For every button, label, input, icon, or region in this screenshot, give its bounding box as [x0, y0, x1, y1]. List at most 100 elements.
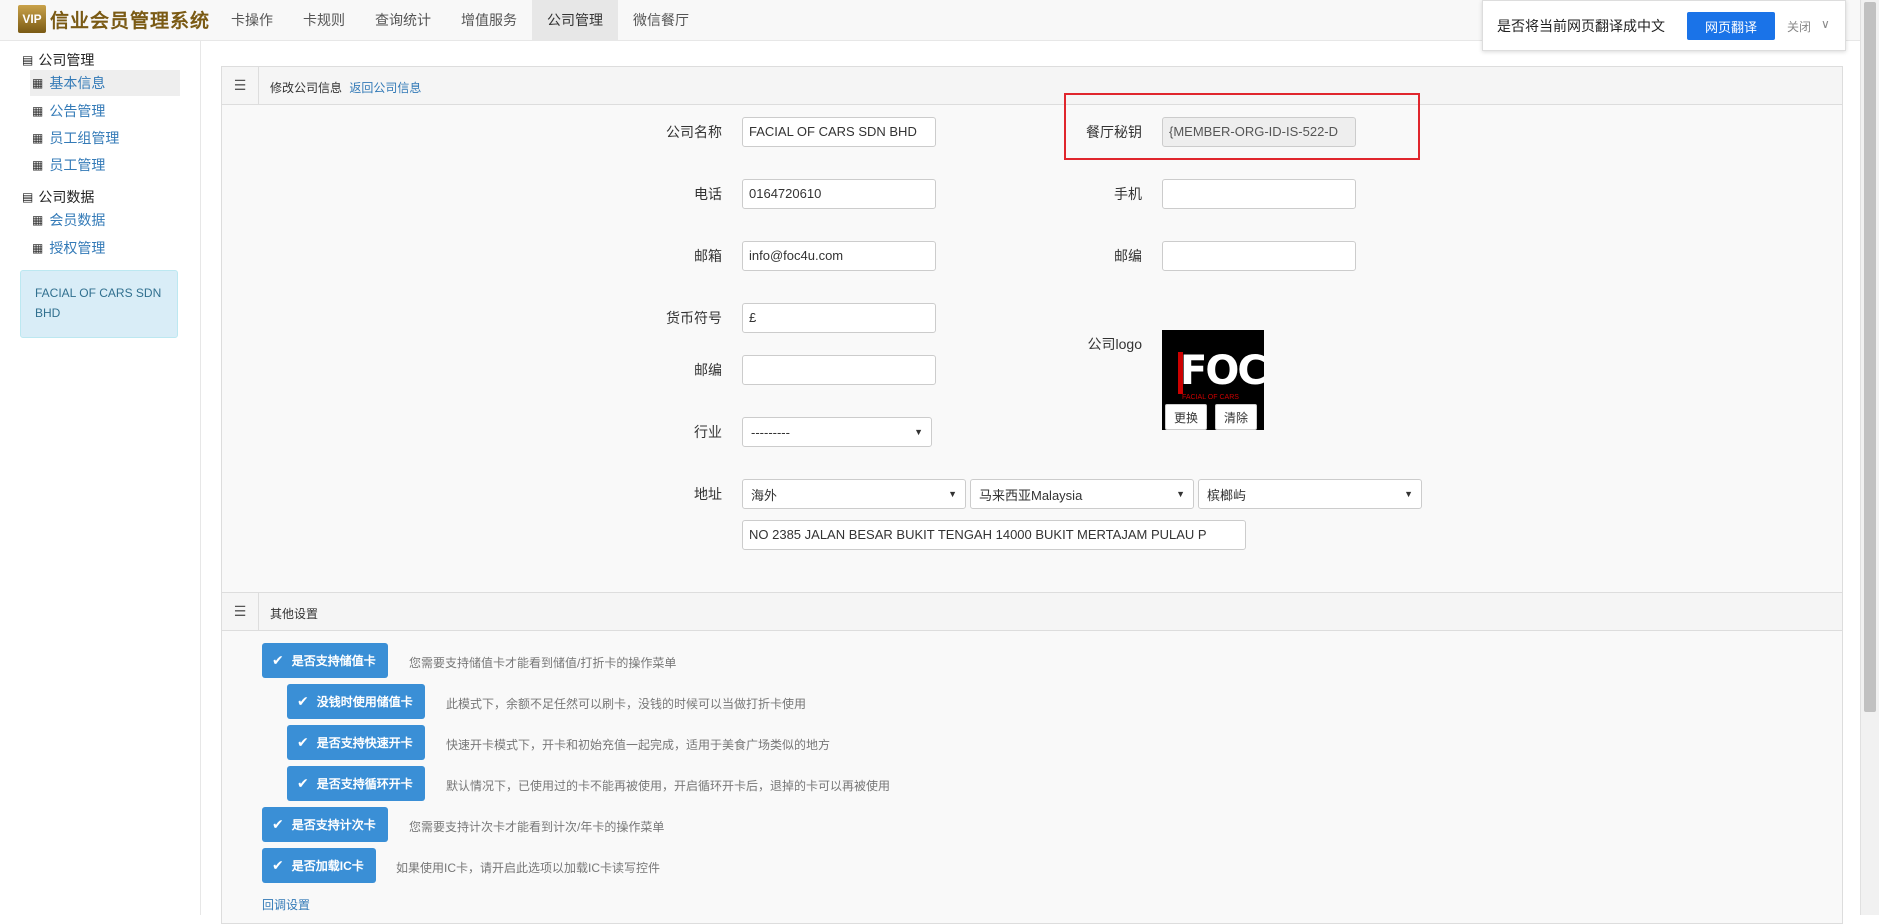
- toggle-description: 如果使用IC卡，请开启此选项以加载IC卡读写控件: [396, 861, 661, 875]
- grid-icon: ▦: [32, 104, 44, 118]
- sidebar-item-label: 员工组管理: [49, 130, 120, 146]
- street-address-input[interactable]: NO 2385 JALAN BESAR BUKIT TENGAH 14000 B…: [742, 520, 1246, 550]
- list-icon: ☰: [222, 593, 259, 630]
- list-icon: ▤: [22, 53, 34, 67]
- scrollbar-thumb[interactable]: [1864, 2, 1876, 712]
- nav-value-added[interactable]: 增值服务: [446, 0, 532, 40]
- toggle-description: 默认情况下，已使用过的卡不能再被使用，开启循环开卡后，退掉的卡可以再被使用: [446, 779, 891, 793]
- mobile-input[interactable]: [1162, 179, 1356, 209]
- mobile-label: 手机: [1114, 186, 1142, 202]
- company-name-badge: FACIAL OF CARS SDN BHD: [20, 270, 178, 338]
- grid-icon: ▦: [32, 158, 44, 172]
- callback-settings-link[interactable]: 回调设置: [262, 896, 310, 913]
- nav-company-management[interactable]: 公司管理: [532, 0, 618, 40]
- nav-card-rules[interactable]: 卡规则: [288, 0, 360, 40]
- main-nav: 卡操作 卡规则 查询统计 增值服务 公司管理 微信餐厅: [216, 0, 704, 40]
- industry-select[interactable]: --------- ▼: [742, 417, 932, 447]
- caret-down-icon: ▼: [948, 489, 957, 499]
- translate-popup: 是否将当前网页翻译成中文 网页翻译 关闭 ∨: [1482, 0, 1846, 51]
- phone-input[interactable]: 0164720610: [742, 179, 936, 209]
- postcode-right-input[interactable]: [1162, 241, 1356, 271]
- chevron-down-icon[interactable]: ∨: [1821, 17, 1830, 31]
- toggle-use-stored-when-empty[interactable]: ✔ 没钱时使用储值卡: [287, 684, 425, 719]
- sidebar-item-staff-groups[interactable]: ▦ 员工组管理: [30, 125, 180, 151]
- grid-icon: ▦: [32, 241, 44, 255]
- vip-logo-icon: VIP: [18, 5, 46, 33]
- back-to-company-link[interactable]: 返回公司信息: [349, 81, 421, 95]
- sidebar-item-member-data[interactable]: ▦ 会员数据: [30, 207, 180, 233]
- industry-select-value: ---------: [751, 424, 790, 440]
- logo-text: FOC: [1180, 348, 1264, 394]
- grid-icon: ▦: [32, 131, 44, 145]
- sidebar-item-staff[interactable]: ▦ 员工管理: [30, 152, 180, 178]
- sidebar-item-basic-info[interactable]: ▦ 基本信息: [30, 70, 180, 96]
- region-select[interactable]: 海外 ▼: [742, 479, 966, 509]
- sidebar: ▤ 公司管理 ▦ 基本信息 ▦ 公告管理 ▦ 员工组管理 ▦ 员工管理 ▤ 公司…: [0, 41, 201, 915]
- address-label: 地址: [694, 486, 722, 502]
- postcode-input[interactable]: [742, 355, 936, 385]
- toggle-label: 是否支持循环开卡: [316, 777, 413, 791]
- list-icon: ☰: [222, 67, 259, 104]
- nav-query-stats[interactable]: 查询统计: [360, 0, 446, 40]
- translate-page-button[interactable]: 网页翻译: [1687, 12, 1775, 40]
- company-logo-label: 公司logo: [1087, 336, 1142, 352]
- currency-input[interactable]: £: [742, 303, 936, 333]
- email-input[interactable]: info@foc4u.com: [742, 241, 936, 271]
- toggle-label: 是否支持计次卡: [291, 818, 376, 832]
- check-icon: ✔: [297, 693, 309, 709]
- caret-down-icon: ▼: [1404, 489, 1413, 499]
- toggle-recycle-card[interactable]: ✔ 是否支持循环开卡: [287, 766, 425, 801]
- toggle-quick-open-card[interactable]: ✔ 是否支持快速开卡: [287, 725, 425, 760]
- phone-label: 电话: [694, 186, 722, 202]
- sidebar-group-company-management: ▤ 公司管理: [22, 50, 94, 70]
- panel-title: 修改公司信息 返回公司信息: [270, 79, 421, 96]
- company-name-label: 公司名称: [666, 124, 722, 140]
- panel-header: ☰ 其他设置: [222, 593, 1842, 631]
- toggle-stored-value-card[interactable]: ✔ 是否支持储值卡: [262, 643, 388, 678]
- panel-header: ☰ 修改公司信息 返回公司信息: [222, 67, 1842, 105]
- highlight-box: [1064, 93, 1420, 160]
- sidebar-item-label: 员工管理: [49, 157, 106, 173]
- check-icon: ✔: [272, 816, 284, 832]
- toggle-count-card[interactable]: ✔ 是否支持计次卡: [262, 807, 388, 842]
- caret-down-icon: ▼: [1176, 489, 1185, 499]
- state-select-value: 槟榔屿: [1207, 487, 1247, 503]
- sidebar-item-label: 会员数据: [49, 212, 106, 228]
- sidebar-item-announcements[interactable]: ▦ 公告管理: [30, 98, 180, 124]
- toggle-label: 是否支持储值卡: [291, 654, 376, 668]
- sidebar-group-company-data: ▤ 公司数据: [22, 187, 94, 207]
- toggle-label: 没钱时使用储值卡: [316, 695, 413, 709]
- email-label: 邮箱: [694, 248, 722, 264]
- toggle-description: 此模式下，余额不足任然可以刷卡，没钱的时候可以当做打折卡使用: [446, 697, 807, 711]
- company-name-input[interactable]: FACIAL OF CARS SDN BHD: [742, 117, 936, 147]
- sidebar-item-authorization[interactable]: ▦ 授权管理: [30, 235, 180, 261]
- postcode-right-label: 邮编: [1114, 248, 1142, 264]
- panel-title-text: 修改公司信息: [270, 81, 343, 95]
- toggle-description: 您需要支持储值卡才能看到储值/打折卡的操作菜单: [409, 656, 677, 670]
- nav-card-operations[interactable]: 卡操作: [216, 0, 288, 40]
- grid-icon: ▦: [32, 213, 44, 227]
- sidebar-group-label: 公司管理: [38, 52, 95, 68]
- clear-logo-button[interactable]: 清除: [1215, 404, 1258, 430]
- toggle-description: 您需要支持计次卡才能看到计次/年卡的操作菜单: [409, 820, 665, 834]
- edit-company-panel: ☰ 修改公司信息 返回公司信息: [221, 66, 1843, 594]
- sidebar-group-label: 公司数据: [38, 189, 95, 205]
- replace-logo-button[interactable]: 更换: [1165, 404, 1208, 430]
- toggle-label: 是否加载IC卡: [291, 859, 364, 873]
- brand-title: 信业会员管理系统: [50, 10, 211, 32]
- check-icon: ✔: [272, 857, 284, 873]
- postcode-label: 邮编: [694, 362, 722, 378]
- translate-close-button[interactable]: 关闭: [1787, 18, 1811, 35]
- state-select[interactable]: 槟榔屿 ▼: [1198, 479, 1422, 509]
- check-icon: ✔: [297, 734, 309, 750]
- translate-prompt: 是否将当前网页翻译成中文: [1497, 18, 1665, 34]
- panel-title: 其他设置: [270, 607, 319, 621]
- toggle-load-ic-card[interactable]: ✔ 是否加载IC卡: [262, 848, 376, 883]
- region-select-value: 海外: [751, 487, 778, 503]
- country-select[interactable]: 马来西亚Malaysia ▼: [970, 479, 1194, 509]
- page-scrollbar[interactable]: [1860, 0, 1879, 915]
- brand-logo[interactable]: VIP 信业会员管理系统: [18, 5, 210, 33]
- check-icon: ✔: [297, 775, 309, 791]
- sidebar-item-label: 公告管理: [49, 103, 106, 119]
- nav-wechat-restaurant[interactable]: 微信餐厅: [618, 0, 704, 40]
